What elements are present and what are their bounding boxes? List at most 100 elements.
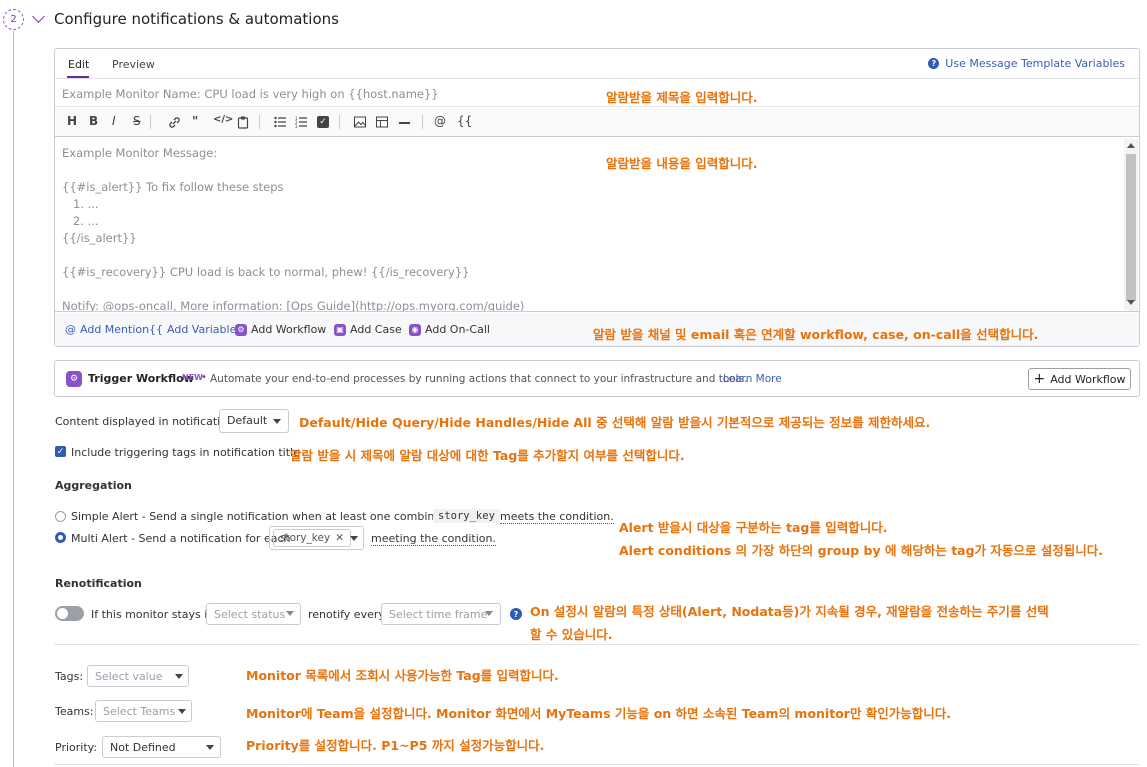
variable-icon[interactable]: {{ (457, 114, 472, 128)
paste-icon[interactable] (237, 116, 249, 129)
message-line (62, 162, 1132, 179)
step-number: 2 (10, 14, 17, 25)
annotation-content: Default/Hide Query/Hide Handles/Hide All… (299, 415, 931, 430)
chevron-down-icon (175, 674, 183, 679)
section-divider (54, 644, 1140, 645)
multi-alert-group-select[interactable]: story_key ✕ (269, 526, 364, 550)
help-icon[interactable]: ? (510, 608, 522, 620)
tab-edit[interactable]: Edit (68, 58, 89, 71)
table-icon[interactable] (376, 116, 388, 128)
message-line (62, 247, 1132, 264)
chevron-down-icon (350, 536, 358, 541)
message-line: Notify: @ops-oncall, More information: [… (62, 299, 525, 312)
italic-icon[interactable]: I (112, 114, 116, 128)
scroll-down-arrow-icon[interactable] (1127, 300, 1135, 305)
add-workflow-button[interactable]: + Add Workflow (1028, 368, 1131, 390)
numbered-list-icon[interactable]: 123 (295, 116, 307, 128)
message-line: {{#is_alert}} To fix follow these steps (62, 180, 284, 194)
tab-preview[interactable]: Preview (112, 58, 155, 71)
chevron-down-icon (485, 611, 493, 616)
teams-label: Teams: (55, 705, 94, 718)
link-icon[interactable] (168, 116, 181, 129)
renotify-timeframe-select[interactable]: Select time frame (381, 603, 501, 625)
chevron-down-icon (273, 419, 281, 424)
trigger-workflow-panel: ⚙ Trigger Workflow NEW • Automate your e… (54, 360, 1140, 397)
image-icon[interactable] (354, 116, 366, 128)
workflow-description: Automate your end-to-end processes by ru… (210, 373, 748, 385)
scroll-up-arrow-icon[interactable] (1127, 143, 1135, 148)
simple-alert-label: Simple Alert - Send a single notificatio… (71, 510, 477, 523)
braces-icon: {{ (149, 323, 163, 336)
renotify-timeframe-placeholder: Select time frame (389, 608, 488, 621)
monitor-message-input[interactable]: Example Monitor Message: {{#is_alert}} T… (55, 138, 1139, 312)
message-line: 2. ... (62, 214, 99, 228)
bold-icon[interactable]: B (89, 114, 98, 128)
tag-chip-label: story_key (280, 532, 331, 544)
renotify-middle: renotify every (308, 608, 385, 621)
simple-alert-radio[interactable] (55, 511, 66, 522)
chevron-down-icon (178, 709, 186, 714)
workflow-icon: ⚙ (66, 371, 82, 387)
renotify-toggle[interactable] (55, 606, 84, 621)
annotation-renotify-2: 할 수 있습니다. (530, 627, 613, 642)
priority-label: Priority: (55, 741, 98, 754)
toolbar-divider (339, 115, 340, 129)
annotation-alert-tag-1: Alert 받을시 대상을 구분하는 tag를 입력합니다. (619, 520, 888, 535)
tag-chip: story_key ✕ (273, 529, 351, 547)
chevron-down-icon[interactable] (32, 10, 45, 23)
monitor-name-input[interactable]: Example Monitor Name: CPU load is very h… (55, 80, 1139, 107)
learn-more-link[interactable]: Learn More (723, 373, 782, 385)
message-line: {{/is_alert}} (62, 231, 137, 245)
help-icon: ? (928, 58, 940, 69)
strikethrough-icon[interactable]: S (133, 114, 141, 128)
add-mention-button[interactable]: @ Add Mention (65, 323, 149, 336)
horizontal-rule-icon[interactable] (399, 122, 410, 124)
annotation-message: 알람받을 내용을 입력합니다. (606, 156, 758, 171)
content-display-label: Content displayed in notification (55, 415, 234, 428)
message-line: Example Monitor Message: (62, 146, 218, 160)
mention-icon[interactable]: @ (434, 114, 446, 128)
add-case-button[interactable]: ▣ Add Case (334, 323, 402, 336)
annotation-tags-title: 알람 받을 시 제목에 알람 대상에 대한 Tag를 추가할지 여부를 선택합니… (290, 448, 685, 463)
close-icon[interactable]: ✕ (335, 532, 344, 544)
new-badge: NEW (182, 373, 203, 382)
renotify-prefix: If this monitor stays in (91, 608, 215, 621)
priority-select[interactable]: Not Defined (102, 736, 221, 758)
heading-icon[interactable]: H (67, 114, 77, 128)
tags-select[interactable]: Select value (87, 665, 189, 687)
annotation-alert-tag-2: Alert conditions 의 가장 하단의 group by 에 해당하… (619, 543, 1104, 558)
message-line: 1. ... (62, 197, 99, 211)
at-sign-icon: @ (65, 323, 76, 336)
message-editor: Edit Preview ? Use Message Template Vari… (54, 48, 1140, 347)
add-oncall-label: Add On-Call (425, 323, 490, 336)
toolbar-divider (150, 115, 151, 129)
bullet-list-icon[interactable] (274, 116, 286, 128)
oncall-icon: ◉ (409, 323, 421, 336)
svg-text:3: 3 (295, 124, 298, 128)
checkbox-icon[interactable]: ✓ (317, 116, 329, 128)
workflow-icon: ⚙ (235, 323, 247, 336)
add-workflow-button[interactable]: ⚙ Add Workflow (235, 323, 326, 336)
step-number-badge: 2 (3, 9, 24, 30)
add-oncall-button[interactable]: ◉ Add On-Call (409, 323, 490, 336)
scrollbar-thumb[interactable] (1126, 154, 1136, 301)
quote-icon[interactable]: " (192, 114, 198, 128)
toggle-knob (57, 608, 68, 619)
annotation-priority-note: Priority를 설정합니다. P1~P5 까지 설정가능합니다. (246, 738, 545, 753)
renotification-title: Renotification (55, 577, 142, 590)
multi-alert-radio[interactable] (55, 532, 66, 543)
section-title: Configure notifications & automations (54, 10, 339, 28)
formatting-toolbar: H B I S " </> 123 ✓ @ {{ (55, 108, 1139, 137)
template-variables-link[interactable]: ? Use Message Template Variables (928, 57, 1125, 70)
include-tags-checkbox[interactable]: ✓ (55, 446, 66, 457)
plus-icon: + (1033, 371, 1046, 387)
code-icon[interactable]: </> (213, 114, 233, 125)
add-case-label: Add Case (350, 323, 402, 336)
include-tags-label: Include triggering tags in notification … (71, 446, 300, 459)
add-workflow-button-label: Add Workflow (1050, 372, 1126, 386)
template-variables-label: Use Message Template Variables (945, 57, 1125, 70)
add-variable-button[interactable]: {{ Add Variable (149, 323, 236, 336)
step-connector-line (13, 31, 14, 767)
active-tab-indicator (67, 76, 89, 78)
chevron-down-icon (286, 611, 294, 616)
